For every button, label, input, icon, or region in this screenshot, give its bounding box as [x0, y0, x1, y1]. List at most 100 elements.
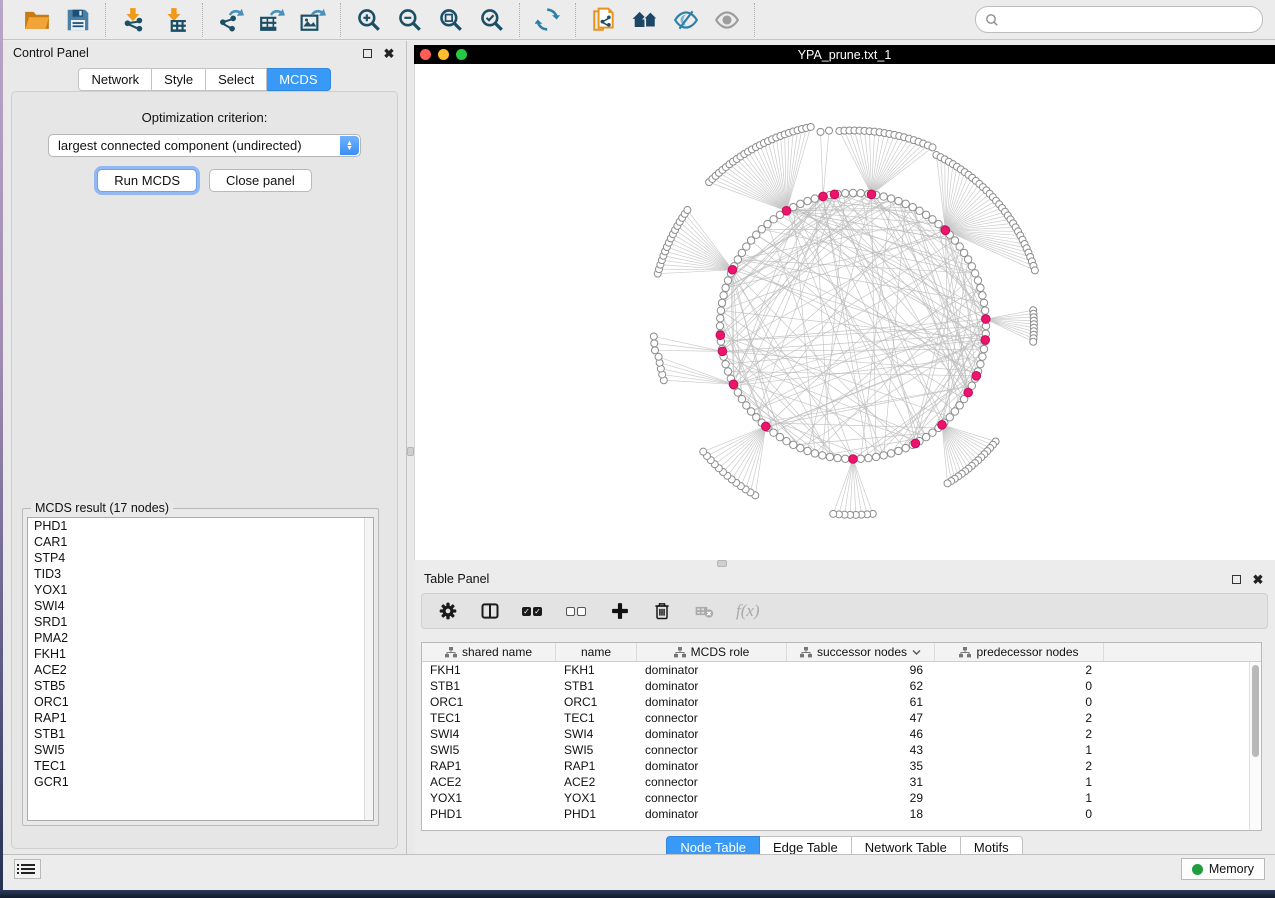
- status-bar: Memory: [3, 854, 1275, 882]
- column-header[interactable]: shared name: [422, 643, 556, 661]
- table-row[interactable]: FKH1FKH1dominator962: [422, 662, 1261, 678]
- show-graphics-icon[interactable]: [713, 6, 740, 33]
- mcds-result-item[interactable]: SRD1: [28, 614, 373, 630]
- close-panel-icon[interactable]: ✖: [1251, 572, 1265, 586]
- mcds-result-item[interactable]: STP4: [28, 550, 373, 566]
- export-image-icon[interactable]: [299, 6, 326, 33]
- delete-column-icon[interactable]: [652, 599, 672, 623]
- hide-graphics-icon[interactable]: [672, 6, 699, 33]
- export-network-icon[interactable]: [217, 6, 244, 33]
- mcds-result-item[interactable]: PMA2: [28, 630, 373, 646]
- settings-gear-icon[interactable]: [438, 599, 458, 623]
- mcds-result-item[interactable]: SWI5: [28, 742, 373, 758]
- table-row[interactable]: PHD1PHD1dominator180: [422, 806, 1261, 822]
- table-row[interactable]: TEC1TEC1connector472: [422, 710, 1261, 726]
- mcds-result-item[interactable]: TID3: [28, 566, 373, 582]
- search-input[interactable]: [1005, 13, 1253, 27]
- table-row[interactable]: RAP1RAP1dominator352: [422, 758, 1261, 774]
- mcds-result-item[interactable]: STB5: [28, 678, 373, 694]
- column-header[interactable]: successor nodes: [787, 643, 935, 661]
- memory-button[interactable]: Memory: [1181, 858, 1265, 880]
- mcds-result-item[interactable]: ORC1: [28, 694, 373, 710]
- export-table-icon[interactable]: [258, 6, 285, 33]
- mcds-panel: Optimization criterion: largest connecte…: [11, 91, 398, 849]
- table-row[interactable]: SWI4SWI4dominator462: [422, 726, 1261, 742]
- main-toolbar: [3, 0, 1275, 40]
- criterion-select[interactable]: largest connected component (undirected)…: [48, 134, 361, 157]
- mcds-result-title: MCDS result (17 nodes): [31, 501, 173, 515]
- tab-style[interactable]: Style: [152, 68, 206, 91]
- mcds-list-scrollbar[interactable]: [364, 518, 373, 820]
- column-header[interactable]: predecessor nodes: [935, 643, 1104, 661]
- zoom-fit-icon[interactable]: [437, 6, 464, 33]
- splitter-handle[interactable]: [717, 560, 727, 567]
- share-document-icon[interactable]: [590, 6, 617, 33]
- create-column-icon[interactable]: [610, 599, 630, 623]
- column-header[interactable]: MCDS role: [637, 643, 787, 661]
- tab-network[interactable]: Network: [78, 68, 152, 91]
- splitter-handle[interactable]: [407, 447, 414, 456]
- table-row[interactable]: STB1STB1dominator620: [422, 678, 1261, 694]
- table-row[interactable]: SWI5SWI5connector431: [422, 742, 1261, 758]
- select-all-icon[interactable]: ✓✓: [522, 599, 544, 623]
- float-panel-icon[interactable]: [360, 46, 374, 60]
- mcds-result-item[interactable]: CAR1: [28, 534, 373, 550]
- task-history-button[interactable]: [14, 859, 41, 879]
- deselect-all-icon[interactable]: [566, 599, 588, 623]
- table-panel: Table Panel ✖ ✓✓: [414, 567, 1275, 854]
- table-row[interactable]: ACE2ACE2connector311: [422, 774, 1261, 790]
- search-field[interactable]: [975, 6, 1263, 33]
- zoom-in-icon[interactable]: [355, 6, 382, 33]
- mcds-result-item[interactable]: TEC1: [28, 758, 373, 774]
- mcds-result-item[interactable]: PHD1: [28, 518, 373, 534]
- tree-icon: [674, 647, 686, 658]
- control-panel: Control Panel ✖ Network Style Select MCD…: [3, 41, 407, 854]
- mcds-result-item[interactable]: RAP1: [28, 710, 373, 726]
- refresh-icon[interactable]: [534, 6, 561, 33]
- zoom-out-icon[interactable]: [396, 6, 423, 33]
- import-network-icon[interactable]: [120, 6, 147, 33]
- mcds-result-item[interactable]: GCR1: [28, 774, 373, 790]
- open-folder-icon[interactable]: [23, 6, 50, 33]
- import-table-icon[interactable]: [161, 6, 188, 33]
- table-header: shared namenameMCDS rolesuccessor nodesp…: [422, 643, 1261, 662]
- tree-icon: [959, 647, 971, 658]
- horizontal-splitter[interactable]: [414, 560, 1275, 567]
- mcds-result-item[interactable]: FKH1: [28, 646, 373, 662]
- save-icon[interactable]: [64, 6, 91, 33]
- close-panel-icon[interactable]: ✖: [382, 46, 396, 60]
- tree-icon: [445, 647, 457, 658]
- float-panel-icon[interactable]: [1229, 572, 1243, 586]
- show-columns-icon[interactable]: [480, 599, 500, 623]
- table-row[interactable]: ORC1ORC1dominator610: [422, 694, 1261, 710]
- sort-indicator-icon: [912, 649, 921, 656]
- table-body: FKH1FKH1dominator962STB1STB1dominator620…: [422, 662, 1261, 822]
- zoom-selected-icon[interactable]: [478, 6, 505, 33]
- node-table[interactable]: shared namenameMCDS rolesuccessor nodesp…: [421, 642, 1262, 831]
- mcds-result-item[interactable]: STB1: [28, 726, 373, 742]
- vertical-splitter[interactable]: [407, 41, 414, 854]
- optimization-criterion-label: Optimization criterion:: [12, 110, 397, 125]
- delete-table-icon: [694, 599, 714, 623]
- network-canvas[interactable]: [414, 64, 1275, 560]
- table-scrollbar[interactable]: [1249, 662, 1261, 830]
- mcds-result-item[interactable]: YOX1: [28, 582, 373, 598]
- network-titlebar: YPA_prune.txt_1: [414, 45, 1275, 64]
- memory-status-icon: [1192, 864, 1203, 875]
- network-view-window: YPA_prune.txt_1: [414, 41, 1275, 560]
- scrollbar-thumb[interactable]: [1252, 665, 1259, 757]
- close-panel-button[interactable]: Close panel: [209, 169, 312, 192]
- mcds-result-items: PHD1CAR1STP4TID3YOX1SWI4SRD1PMA2FKH1ACE2…: [28, 518, 373, 790]
- desktop-edge-bottom: [0, 890, 1275, 898]
- function-builder-icon: f(x): [736, 599, 760, 623]
- mcds-result-list[interactable]: PHD1CAR1STP4TID3YOX1SWI4SRD1PMA2FKH1ACE2…: [27, 517, 374, 821]
- tab-select[interactable]: Select: [206, 68, 267, 91]
- column-header[interactable]: name: [556, 643, 637, 661]
- mcds-result-item[interactable]: SWI4: [28, 598, 373, 614]
- table-row[interactable]: YOX1YOX1connector291: [422, 790, 1261, 806]
- tab-mcds[interactable]: MCDS: [267, 68, 330, 91]
- run-mcds-button[interactable]: Run MCDS: [97, 169, 197, 192]
- mcds-result-item[interactable]: ACE2: [28, 662, 373, 678]
- home-pages-icon[interactable]: [631, 6, 658, 33]
- search-icon: [985, 13, 999, 27]
